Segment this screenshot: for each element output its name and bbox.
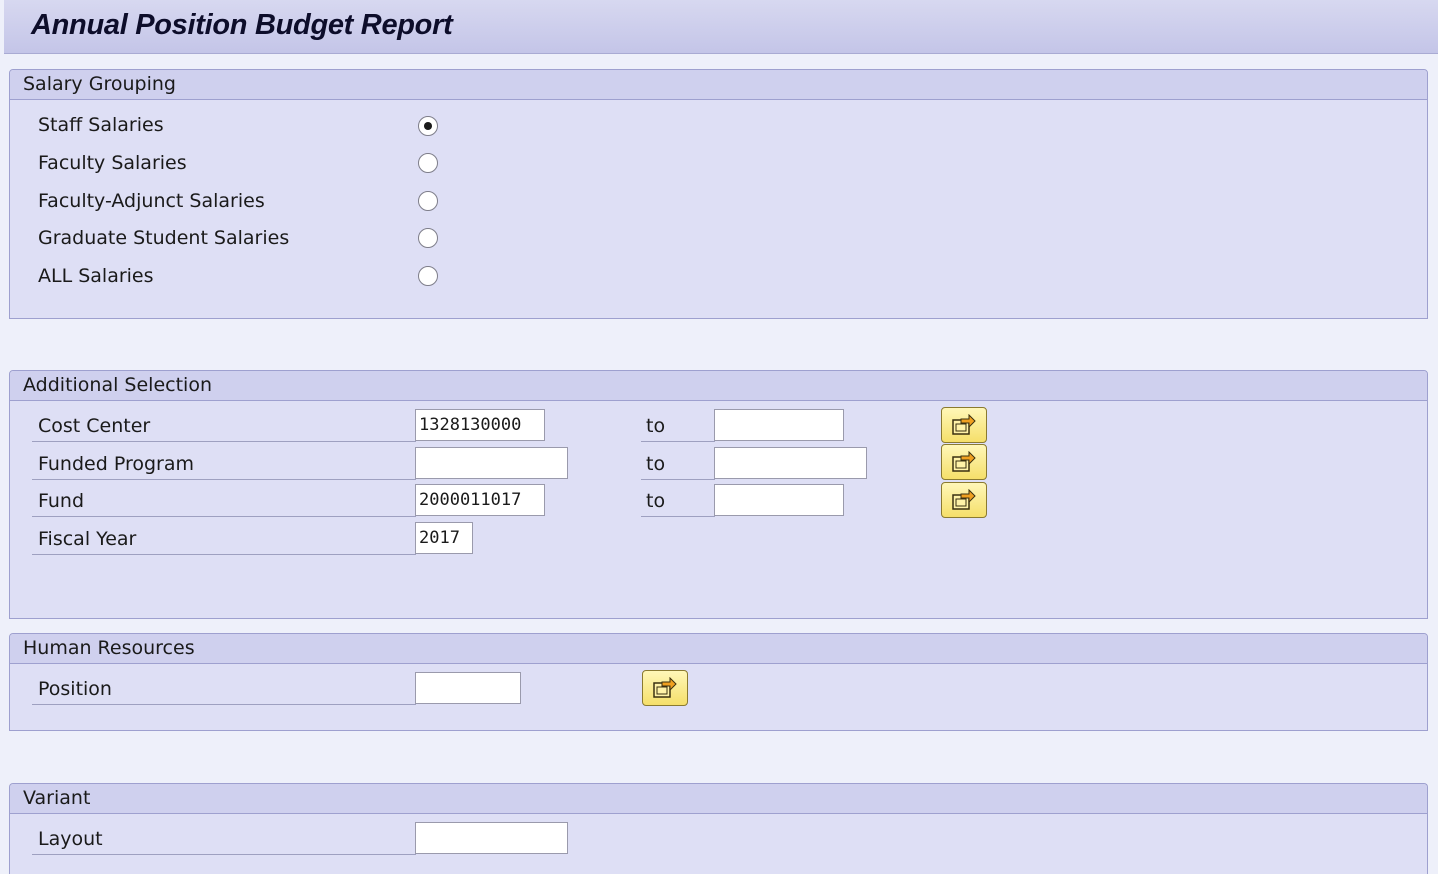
to-label: to <box>646 490 666 512</box>
group-title: Variant <box>23 787 91 809</box>
label-underline <box>641 441 715 442</box>
radio-label-faculty-adjunct: Faculty-Adjunct Salaries <box>38 190 265 212</box>
group-title: Additional Selection <box>23 374 212 396</box>
position-label: Position <box>38 678 112 700</box>
cost-center-to-input[interactable] <box>714 409 844 441</box>
salary-grouping-group: Salary Grouping Staff Salaries Faculty S… <box>9 69 1428 319</box>
funded-program-from-input[interactable] <box>415 447 568 479</box>
radio-label-graduate: Graduate Student Salaries <box>38 227 290 249</box>
cost-center-from-input[interactable]: 1328130000 <box>415 409 545 441</box>
title-bar: Annual Position Budget Report <box>4 0 1438 54</box>
radio-graduate-student-salaries[interactable] <box>418 228 438 248</box>
label-underline <box>32 704 416 705</box>
group-header: Salary Grouping <box>10 70 1427 100</box>
label-underline <box>32 854 416 855</box>
funded-program-label: Funded Program <box>38 453 194 475</box>
multiple-selection-arrow-icon <box>952 489 976 510</box>
label-underline <box>641 516 715 517</box>
fiscal-year-label: Fiscal Year <box>38 528 137 550</box>
group-header: Additional Selection <box>10 371 1427 401</box>
layout-input[interactable] <box>415 822 568 854</box>
variant-group: Variant Layout <box>9 783 1428 874</box>
position-multiple-selection-button[interactable] <box>642 670 688 706</box>
group-title: Salary Grouping <box>23 73 176 95</box>
fiscal-year-input[interactable]: 2017 <box>415 522 473 554</box>
group-title: Human Resources <box>23 637 195 659</box>
multiple-selection-arrow-icon <box>952 414 976 435</box>
radio-label-all: ALL Salaries <box>38 265 154 287</box>
group-header: Human Resources <box>10 634 1427 664</box>
fund-to-input[interactable] <box>714 484 844 516</box>
radio-faculty-adjunct-salaries[interactable] <box>418 191 438 211</box>
radio-faculty-salaries[interactable] <box>418 153 438 173</box>
label-underline <box>32 554 416 555</box>
multiple-selection-arrow-icon <box>952 451 976 472</box>
funded-program-to-input[interactable] <box>714 447 867 479</box>
additional-selection-group: Additional Selection Cost Center 1328130… <box>9 370 1428 619</box>
cost-center-multiple-selection-button[interactable] <box>941 407 987 443</box>
radio-label-staff: Staff Salaries <box>38 114 164 136</box>
human-resources-group: Human Resources Position <box>9 633 1428 731</box>
radio-label-faculty: Faculty Salaries <box>38 152 187 174</box>
position-input[interactable] <box>415 672 521 704</box>
radio-all-salaries[interactable] <box>418 266 438 286</box>
fund-multiple-selection-button[interactable] <box>941 482 987 518</box>
to-label: to <box>646 453 666 475</box>
page-title: Annual Position Budget Report <box>31 9 453 41</box>
fund-label: Fund <box>38 490 85 512</box>
radio-staff-salaries[interactable] <box>418 116 438 136</box>
label-underline <box>32 479 416 480</box>
fund-from-input[interactable]: 2000011017 <box>415 484 545 516</box>
multiple-selection-arrow-icon <box>653 677 677 698</box>
label-underline <box>641 479 715 480</box>
layout-label: Layout <box>38 828 103 850</box>
to-label: to <box>646 415 666 437</box>
group-header: Variant <box>10 784 1427 814</box>
cost-center-label: Cost Center <box>38 415 151 437</box>
label-underline <box>32 441 416 442</box>
label-underline <box>32 516 416 517</box>
funded-program-multiple-selection-button[interactable] <box>941 444 987 480</box>
